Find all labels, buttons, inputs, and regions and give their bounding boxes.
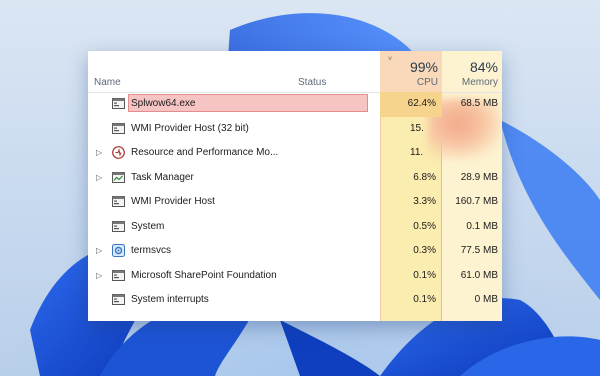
process-row[interactable]: ▷ termsvcs 0.3% 77.5 MB — [88, 239, 502, 264]
process-cpu: 0.1% — [413, 269, 436, 281]
memory-column-header[interactable]: Memory — [442, 77, 498, 88]
process-name: WMI Provider Host (32 bit) — [131, 122, 249, 134]
name-column-header[interactable]: Name — [94, 77, 121, 88]
process-row[interactable]: System 0.5% 0.1 MB — [88, 215, 502, 240]
process-memory: 0.1 MB — [466, 220, 498, 232]
app-window-icon — [112, 122, 125, 134]
expand-chevron-icon[interactable]: ▷ — [96, 173, 102, 182]
expand-chevron-icon[interactable]: ▷ — [96, 271, 102, 280]
process-name: System interrupts — [131, 294, 209, 305]
process-memory: 0 MB — [474, 294, 498, 305]
cpu-column-header[interactable]: CPU — [388, 77, 438, 88]
service-gear-icon — [112, 244, 125, 257]
process-cpu: 11. — [410, 147, 424, 158]
column-header: ˅ 99% 84% Name Status CPU Memory — [88, 51, 502, 93]
process-name: termsvcs — [131, 245, 171, 256]
process-name: WMI Provider Host — [131, 196, 215, 207]
memory-total-percent: 84% — [469, 59, 498, 75]
process-row[interactable]: ▷ Resource and Performance Mo... 11. — [88, 141, 502, 166]
app-window-icon — [112, 196, 125, 207]
app-window-icon — [112, 294, 125, 305]
process-cpu: 15. — [410, 122, 424, 134]
process-row[interactable]: ▷ Microsoft SharePoint Foundation 0.1% 6… — [88, 264, 502, 289]
process-name: Resource and Performance Mo... — [131, 147, 279, 158]
process-cpu: 0.1% — [413, 294, 436, 305]
process-cpu: 62.4% — [407, 98, 436, 109]
process-cpu: 0.3% — [413, 245, 436, 256]
process-name: Splwow64.exe — [131, 98, 196, 109]
status-column-header[interactable]: Status — [298, 77, 326, 88]
app-window-icon — [112, 269, 125, 281]
process-memory: 28.9 MB — [460, 171, 498, 183]
process-name: Task Manager — [131, 171, 194, 183]
process-row[interactable]: System interrupts 0.1% 0 MB — [88, 288, 502, 313]
cpu-total-percent: 99% — [409, 59, 438, 75]
task-manager-window: ˅ 99% 84% Name Status CPU Memory Splwow6… — [88, 51, 502, 321]
process-cpu: 6.8% — [413, 171, 436, 183]
task-manager-icon — [112, 171, 125, 183]
process-name: System — [131, 220, 165, 232]
expand-chevron-icon[interactable]: ▷ — [96, 246, 102, 255]
process-memory: 160.7 MB — [455, 196, 498, 207]
performance-monitor-icon — [112, 146, 125, 159]
process-name: Microsoft SharePoint Foundation — [131, 269, 277, 281]
process-row[interactable]: Splwow64.exe 62.4% 68.5 MB — [88, 92, 502, 117]
process-memory: 68.5 MB — [460, 98, 498, 109]
process-list: Splwow64.exe 62.4% 68.5 MB WMI Provider … — [88, 92, 502, 313]
process-memory: 77.5 MB — [460, 245, 498, 256]
process-row[interactable]: WMI Provider Host 3.3% 160.7 MB — [88, 190, 502, 215]
app-window-icon — [112, 220, 125, 232]
process-row[interactable]: WMI Provider Host (32 bit) 15. — [88, 117, 502, 142]
process-cpu: 0.5% — [413, 220, 436, 232]
app-window-icon — [112, 98, 125, 109]
process-row[interactable]: ▷ Task Manager 6.8% 28.9 MB — [88, 166, 502, 191]
process-memory: 61.0 MB — [460, 269, 498, 281]
process-cpu: 3.3% — [413, 196, 436, 207]
expand-chevron-icon[interactable]: ▷ — [96, 148, 102, 157]
